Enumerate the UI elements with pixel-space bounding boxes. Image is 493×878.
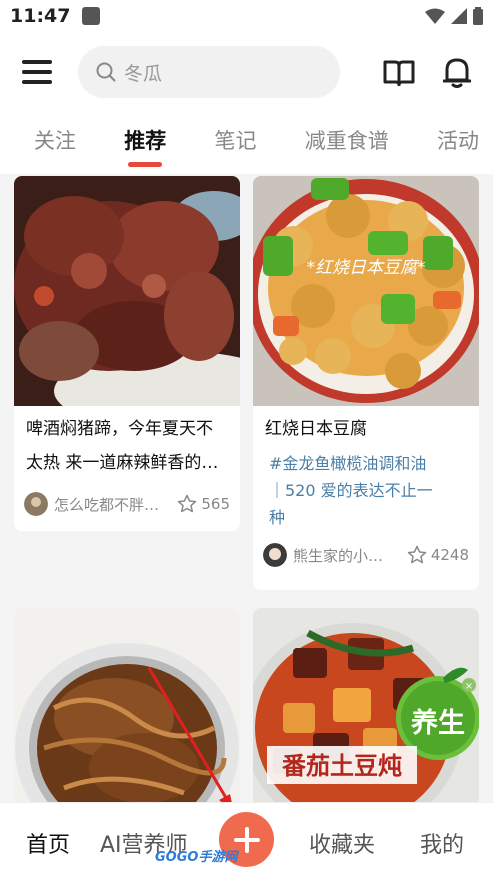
- battery-icon: [473, 7, 483, 25]
- like-button[interactable]: 4248: [407, 545, 469, 565]
- author-name[interactable]: 怎么吃都不胖…: [54, 494, 177, 515]
- tab-notes[interactable]: 笔记: [215, 125, 257, 161]
- topic-line: ｜520 爱的表达不止一: [269, 481, 433, 500]
- nav-favorites[interactable]: 收藏夹: [309, 827, 375, 859]
- recipe-photo: *红烧日本豆腐*: [253, 176, 479, 406]
- recipe-photo: [14, 176, 240, 406]
- recipe-feed: 啤酒焖猪蹄，今年夏天不 太热 来一道麻辣鲜香的… 怎么吃都不胖… 565 *红烧…: [0, 176, 493, 802]
- recipe-card[interactable]: *红烧日本豆腐* 红烧日本豆腐 #金龙鱼橄榄油调和油 ｜520 爱的表达不止一 …: [253, 176, 479, 590]
- app-screen: 11:47 冬瓜 关注 推荐 笔记 减重食谱 活动 啤酒焖猪蹄，今年夏天不 太热…: [0, 0, 493, 878]
- bell-icon[interactable]: [443, 56, 471, 88]
- search-placeholder: 冬瓜: [124, 62, 163, 85]
- recipe-title: 啤酒焖猪蹄，今年夏天不 太热 来一道麻辣鲜香的…: [14, 406, 240, 480]
- status-bar: 11:47: [0, 0, 493, 32]
- author-name[interactable]: 熊生家的小…: [293, 545, 407, 566]
- recipe-title-line: 啤酒焖猪蹄，今年夏天不: [26, 419, 213, 439]
- watermark: GOGO手游网: [155, 850, 238, 865]
- photo-caption: *红烧日本豆腐*: [307, 258, 426, 278]
- star-icon: [178, 494, 197, 513]
- tab-following[interactable]: 关注: [34, 125, 76, 161]
- recipe-title: 红烧日本豆腐: [265, 419, 367, 439]
- recipe-card[interactable]: × 养生 番茄土豆炖: [253, 608, 479, 802]
- recipe-title-line: 太热 来一道麻辣鲜香的…: [26, 453, 219, 473]
- search-icon: [96, 62, 116, 82]
- topic-line: #金龙鱼橄榄油调和油: [269, 454, 427, 473]
- svg-text:×: ×: [465, 681, 473, 692]
- topic-tag[interactable]: #金龙鱼橄榄油调和油 ｜520 爱的表达不止一 种: [253, 446, 479, 531]
- status-time: 11:47: [10, 5, 71, 27]
- recipe-book-icon[interactable]: [383, 58, 415, 86]
- nav-home[interactable]: 首页: [26, 827, 70, 859]
- photo-badge-text: 养生: [411, 707, 465, 739]
- category-tabs: 关注 推荐 笔记 减重食谱 活动: [0, 112, 493, 174]
- topic-line: 种: [269, 508, 286, 527]
- avatar[interactable]: [263, 543, 287, 567]
- card-meta: 熊生家的小… 4248: [253, 543, 479, 567]
- status-icons: [425, 7, 483, 25]
- nav-mine[interactable]: 我的: [420, 827, 464, 859]
- recipe-card[interactable]: [14, 608, 240, 802]
- like-button[interactable]: 565: [177, 494, 230, 514]
- avatar[interactable]: [24, 492, 48, 516]
- search-input[interactable]: 冬瓜: [78, 46, 340, 98]
- like-count: 565: [201, 495, 230, 513]
- tab-activities[interactable]: 活动: [437, 125, 479, 161]
- recipe-photo: × 养生 番茄土豆炖: [253, 608, 479, 802]
- like-count: 4248: [430, 546, 469, 564]
- recipe-card[interactable]: 啤酒焖猪蹄，今年夏天不 太热 来一道麻辣鲜香的… 怎么吃都不胖… 565: [14, 176, 240, 531]
- app-header: 冬瓜: [0, 32, 493, 112]
- recipe-photo: [14, 608, 240, 802]
- wifi-icon: [425, 8, 445, 24]
- signal-icon: [451, 8, 467, 24]
- star-icon: [407, 545, 427, 564]
- menu-icon[interactable]: [22, 60, 52, 84]
- card-meta: 怎么吃都不胖… 565: [14, 492, 240, 516]
- notification-icon: [82, 7, 101, 25]
- tab-weight-loss-recipes[interactable]: 减重食谱: [305, 125, 389, 161]
- tab-recommended[interactable]: 推荐: [124, 125, 166, 161]
- photo-caption: 番茄土豆炖: [281, 752, 402, 780]
